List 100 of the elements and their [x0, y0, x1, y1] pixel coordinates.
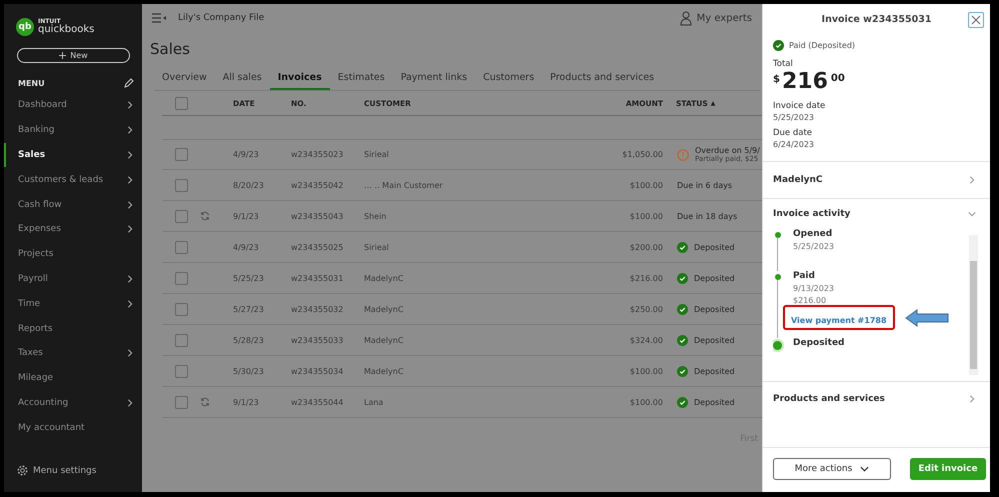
sidebar-item[interactable]: Cash flow — [4, 192, 142, 217]
close-button[interactable] — [968, 12, 984, 28]
tab[interactable]: Payment links — [392, 72, 476, 90]
invoice-number-cell-text: w234355025 — [290, 242, 344, 252]
chevron-right-icon — [126, 274, 134, 284]
amount-cell-text: $100.00 — [628, 366, 663, 376]
invoice-number-cell-text: w234355031 — [290, 274, 344, 282]
invoice-number-cell-text: w234355042 — [290, 180, 344, 190]
check-circle-icon — [677, 334, 688, 346]
status-text: Overdue on 5/9/ — [695, 146, 760, 155]
sidebar-item[interactable]: Reports — [4, 316, 142, 341]
date-cell-text: 5/25/23 — [232, 274, 265, 282]
customer-section[interactable]: MadelynC — [773, 175, 823, 185]
row-checkbox[interactable] — [175, 148, 188, 161]
date-cell-text: 9/1/23 — [232, 212, 260, 220]
invoice-number-cell-text: w234355034 — [290, 366, 344, 376]
amount-cell-text: $100.00 — [628, 180, 663, 190]
status-text: Deposited — [694, 336, 735, 344]
event-detail: $216.00 — [793, 296, 828, 305]
invoice-number-cell-text: w234355023 — [290, 150, 344, 159]
date-label: Due date — [773, 128, 814, 138]
row-checkbox[interactable] — [175, 240, 188, 254]
products-section[interactable]: Products and services — [773, 394, 885, 404]
date-cell-text: 4/9/23 — [232, 242, 260, 252]
amount-cell-text: $216.00 — [628, 274, 663, 282]
chevron-right-icon — [126, 398, 134, 408]
sidebar-item[interactable]: Customers & leads — [4, 167, 142, 192]
recurring-icon — [200, 397, 210, 407]
row-checkbox[interactable] — [175, 396, 188, 408]
sidebar-item[interactable]: Mileage — [4, 366, 142, 391]
event-title: Opened — [793, 229, 834, 239]
status-text: Deposited — [694, 242, 735, 252]
sidebar-item[interactable]: Time — [4, 291, 142, 316]
chevron-right-icon — [126, 224, 134, 234]
check-circle-icon — [677, 242, 688, 252]
sidebar-item[interactable]: Banking — [4, 118, 142, 143]
scrollbar[interactable] — [969, 235, 978, 375]
new-button[interactable]: New — [17, 48, 130, 63]
amount-cell-text: $200.00 — [628, 242, 663, 252]
date-cell-text: 5/28/23 — [232, 336, 265, 344]
select-all-checkbox[interactable] — [175, 96, 188, 110]
customer-cell-text: Sirieal — [363, 150, 390, 159]
logo-icon: qb — [16, 18, 34, 36]
row-checkbox[interactable] — [175, 272, 188, 284]
invoice-number-cell-text: w234355043 — [290, 212, 344, 220]
menu-title: MENU — [18, 78, 45, 88]
chevron-right-icon — [126, 125, 134, 136]
sidebar-item[interactable]: My accountant — [4, 415, 142, 440]
amount-cell-text: $100.00 — [628, 398, 663, 406]
warning-icon — [677, 148, 689, 160]
logo-product-text: quickbooks — [38, 25, 94, 35]
event-title: Paid — [793, 271, 816, 281]
chevron-right-icon — [968, 394, 976, 404]
tab[interactable]: Invoices — [270, 72, 330, 90]
total-cents: 00 — [830, 73, 845, 84]
row-checkbox[interactable] — [175, 302, 188, 316]
menu-collapse-icon[interactable] — [152, 13, 166, 23]
check-circle-icon — [677, 366, 688, 376]
check-circle-icon — [677, 272, 688, 284]
check-circle-icon — [773, 40, 784, 51]
activity-section[interactable]: Invoice activity — [773, 209, 850, 219]
sidebar-item[interactable]: Projects — [4, 242, 142, 267]
row-checkbox[interactable] — [175, 364, 188, 378]
row-checkbox[interactable] — [175, 334, 188, 346]
menu-settings-link[interactable]: Menu settings — [33, 466, 96, 476]
sidebar-item[interactable]: Accounting — [4, 390, 142, 416]
sidebar-item[interactable]: Taxes — [4, 340, 142, 366]
chevron-right-icon — [126, 174, 134, 185]
view-payment-link[interactable]: View payment #1788 — [791, 316, 887, 325]
sidebar-item[interactable]: Payroll — [4, 266, 142, 292]
chevron-right-icon — [126, 348, 134, 358]
check-circle-icon — [677, 304, 688, 314]
status-text: Deposited — [694, 274, 735, 282]
edit-invoice-button[interactable]: Edit invoice — [910, 458, 986, 480]
date-value: 5/25/2023 — [773, 113, 816, 122]
date-cell-text: 4/9/23 — [232, 150, 260, 159]
pencil-icon[interactable] — [124, 78, 134, 88]
tab[interactable]: Estimates — [330, 72, 393, 90]
settings-icon[interactable] — [17, 465, 28, 476]
more-actions-button[interactable]: More actions — [773, 458, 891, 480]
invoice-number-cell-text: w234355032 — [290, 304, 344, 314]
tab[interactable]: Customers — [475, 72, 542, 90]
row-checkbox[interactable] — [175, 178, 188, 192]
chevron-right-icon — [126, 200, 134, 210]
row-checkbox[interactable] — [175, 210, 188, 222]
chevron-right-icon — [968, 175, 976, 185]
chevron-right-icon — [126, 298, 134, 309]
tab[interactable]: Products and services — [542, 72, 662, 90]
tab[interactable]: Overview — [154, 72, 215, 90]
event-title: Deposited — [793, 338, 844, 348]
sidebar-item[interactable]: Dashboard — [4, 93, 142, 118]
status-text: Due in 6 days — [677, 180, 732, 190]
sidebar-item[interactable]: Expenses — [4, 216, 142, 242]
invoice-number-cell-text: w234355044 — [290, 398, 344, 406]
customer-cell-text: Lana — [363, 398, 384, 406]
date-cell-text: 5/30/23 — [232, 366, 265, 376]
date-cell-text: 8/20/23 — [232, 180, 265, 190]
plus-icon — [59, 52, 66, 59]
my-experts-link[interactable]: My experts — [696, 12, 752, 24]
tab[interactable]: All sales — [214, 72, 270, 90]
